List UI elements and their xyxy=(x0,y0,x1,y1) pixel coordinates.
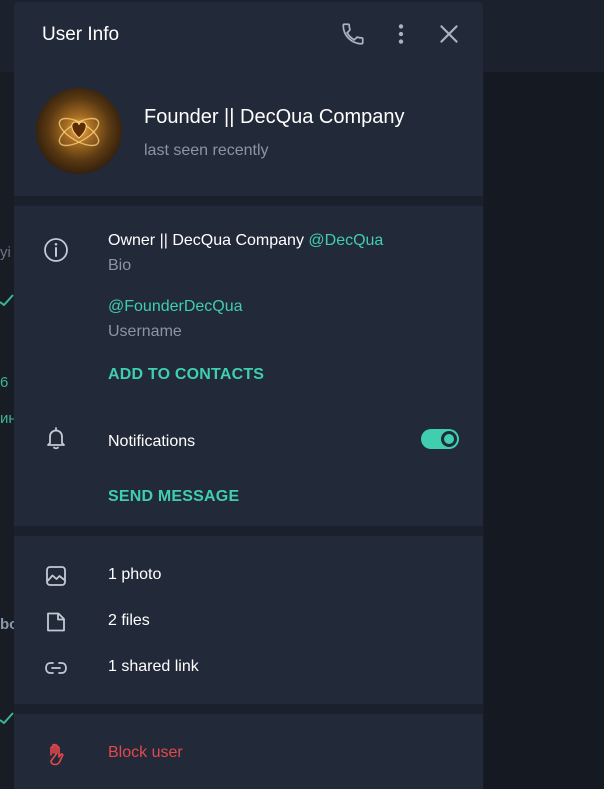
bio-label: Bio xyxy=(108,257,132,274)
section-divider xyxy=(14,196,483,206)
bell-icon xyxy=(42,424,70,452)
profile-name: Founder || DecQua Company xyxy=(144,106,405,128)
add-to-contacts-button[interactable]: ADD TO CONTACTS xyxy=(108,366,264,384)
send-message-button[interactable]: SEND MESSAGE xyxy=(108,488,239,506)
media-links-item[interactable]: 1 shared link xyxy=(108,658,199,676)
panel-header: User Info xyxy=(14,2,483,66)
background-text-fragment: уі xyxy=(0,244,11,261)
background-text-fragment: 6 xyxy=(0,374,9,391)
section-divider xyxy=(14,526,483,536)
block-user-button[interactable]: Block user xyxy=(108,744,183,762)
background-chat-area xyxy=(484,72,604,789)
photo-icon xyxy=(42,562,70,590)
bio-value: Owner || DecQua Company @DecQua xyxy=(108,232,383,250)
bio-mention-link[interactable]: @DecQua xyxy=(308,232,383,249)
shared-media-section: 1 photo 2 files 1 shared link xyxy=(14,536,483,704)
notifications-toggle[interactable] xyxy=(421,429,459,449)
username-label: Username xyxy=(108,323,182,340)
user-info-panel: User Info Founder || DecQua Company last… xyxy=(14,2,483,789)
more-options-button[interactable] xyxy=(388,21,414,47)
username-link[interactable]: @FounderDecQua xyxy=(108,298,243,316)
close-button[interactable] xyxy=(436,21,462,47)
media-files-item[interactable]: 2 files xyxy=(108,612,150,630)
panel-title: User Info xyxy=(42,24,120,45)
phone-icon xyxy=(342,23,364,45)
block-section: Block user xyxy=(14,714,483,789)
atom-logo-icon xyxy=(58,117,100,147)
bio-text: Owner || DecQua Company xyxy=(108,232,309,249)
check-icon xyxy=(0,294,14,306)
info-icon xyxy=(42,236,70,264)
notifications-label: Notifications xyxy=(108,433,196,450)
more-vertical-icon xyxy=(398,24,404,44)
info-section: Owner || DecQua Company @DecQua Bio @Fou… xyxy=(14,206,483,526)
profile-section: Founder || DecQua Company last seen rece… xyxy=(14,66,483,196)
close-icon xyxy=(440,25,458,43)
link-icon xyxy=(42,654,70,682)
check-icon xyxy=(0,712,14,724)
toggle-knob xyxy=(441,431,457,447)
file-icon xyxy=(42,608,70,636)
avatar[interactable] xyxy=(36,88,122,174)
media-photos-item[interactable]: 1 photo xyxy=(108,566,161,584)
profile-status: last seen recently xyxy=(144,142,269,159)
hand-icon xyxy=(42,740,70,768)
section-divider xyxy=(14,704,483,714)
call-button[interactable] xyxy=(340,21,366,47)
